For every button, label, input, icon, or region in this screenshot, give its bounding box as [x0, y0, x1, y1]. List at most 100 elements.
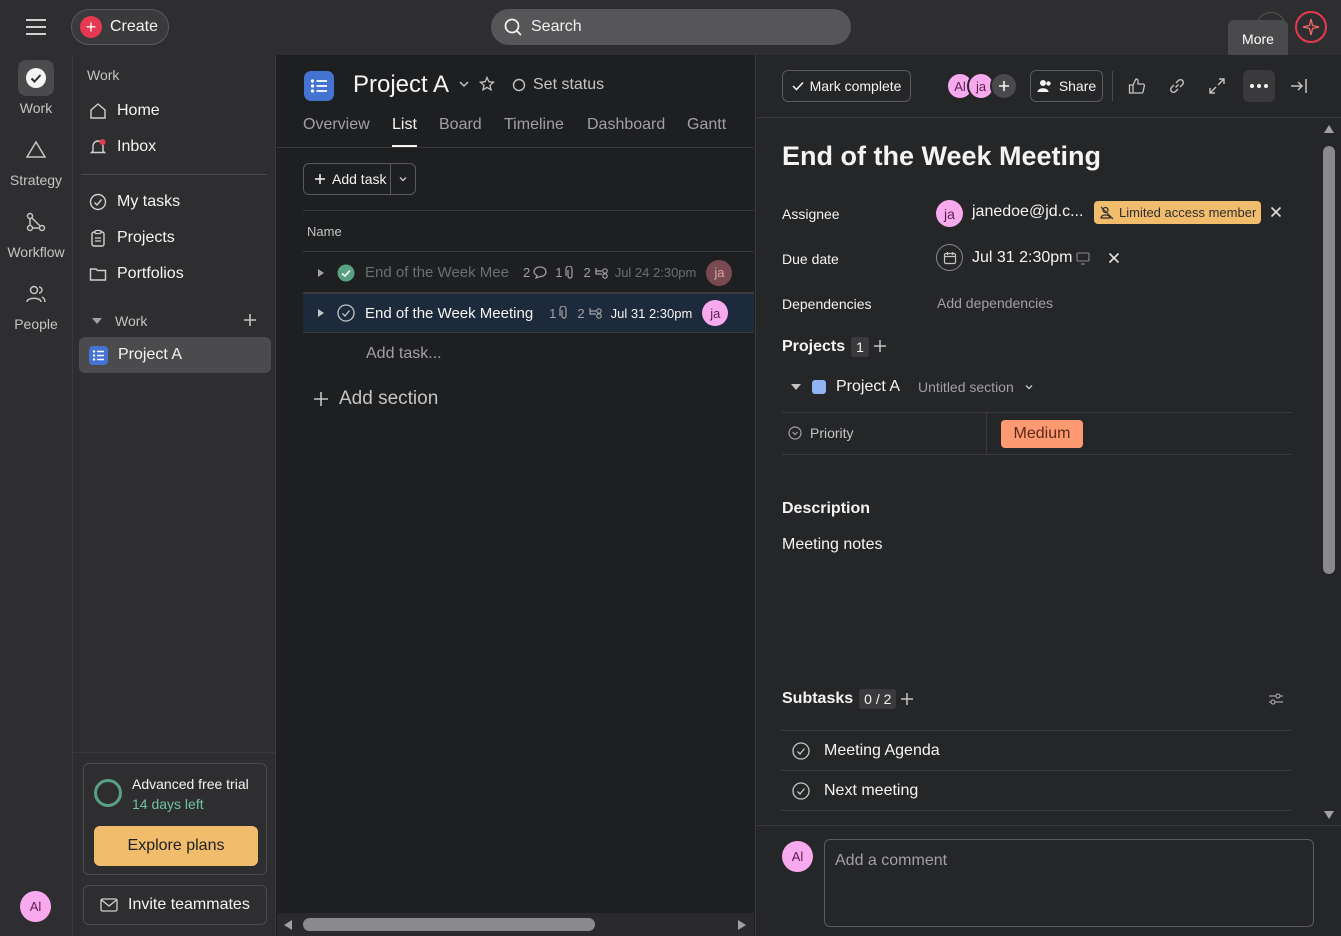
ai-sparkle-icon[interactable] — [1295, 11, 1327, 43]
list-item[interactable]: Meeting Agenda — [780, 730, 1292, 770]
assignee-avatar[interactable]: ja — [936, 200, 963, 227]
clear-due-date-close-icon[interactable] — [1108, 252, 1120, 264]
more-options-icon[interactable] — [1243, 70, 1275, 102]
description-text[interactable]: Meeting notes — [782, 536, 883, 554]
subtask-count: 2 — [583, 265, 609, 280]
sidebar-item-label: Projects — [117, 229, 175, 246]
column-header-name[interactable]: Name — [303, 210, 754, 252]
chevron-down-icon — [1024, 382, 1034, 392]
sidebar-divider — [73, 752, 276, 753]
tab-overview[interactable]: Overview — [303, 116, 370, 134]
rail-item-people[interactable]: People — [0, 276, 72, 332]
avatar[interactable]: Al — [20, 891, 51, 922]
link-icon[interactable] — [1163, 72, 1191, 100]
add-dependencies-button[interactable]: Add dependencies — [937, 295, 1053, 311]
list-item[interactable]: Next meeting — [780, 770, 1292, 810]
explore-plans-button[interactable]: Explore plans — [94, 826, 258, 866]
thumbs-up-icon[interactable] — [1123, 72, 1151, 100]
add-task-inline[interactable]: Add task... — [366, 345, 442, 363]
scrollbar-thumb[interactable] — [1323, 146, 1335, 574]
add-task-dropdown[interactable] — [391, 164, 415, 194]
scroll-right-icon[interactable] — [737, 919, 747, 931]
tab-list[interactable]: List — [392, 116, 417, 134]
sidebar-item-inbox[interactable]: Inbox — [79, 129, 271, 165]
page-title[interactable]: Project A — [353, 71, 449, 99]
tab-dashboard[interactable]: Dashboard — [587, 116, 665, 134]
expand-caret-icon[interactable] — [317, 268, 325, 278]
scrollbar-thumb[interactable] — [303, 918, 595, 931]
scroll-up-icon[interactable] — [1323, 124, 1335, 134]
scroll-left-icon[interactable] — [283, 919, 293, 931]
projects-header: Projects 1 — [782, 337, 869, 357]
check-circle-icon[interactable] — [337, 304, 355, 322]
subtask-name[interactable]: Next meeting — [824, 782, 918, 800]
close-pane-icon[interactable] — [1285, 72, 1313, 100]
tab-gantt[interactable]: Gantt — [687, 116, 726, 134]
attachment-count: 1 — [549, 306, 569, 321]
limited-badge-label: Limited access member — [1119, 205, 1257, 220]
add-task-button[interactable]: Add task — [304, 164, 392, 194]
invite-teammates-button[interactable]: Invite teammates — [83, 885, 267, 925]
sidebar-item-portfolios[interactable]: Portfolios — [79, 256, 271, 292]
scroll-down-icon[interactable] — [1323, 810, 1335, 820]
rail-item-strategy[interactable]: Strategy — [0, 132, 72, 188]
recurrence-icon[interactable] — [1076, 251, 1090, 265]
sidebar-item-home[interactable]: Home — [79, 93, 271, 129]
table-row[interactable]: End of the Week Mee 2 1 2 Jul 24 2:30pm … — [303, 253, 754, 293]
add-collaborator-plus-icon[interactable] — [990, 72, 1018, 100]
due-date[interactable]: Jul 24 2:30pm — [615, 265, 697, 280]
table-row[interactable]: End of the Week Meeting 1 2 Jul 31 2:30p… — [303, 293, 754, 333]
hamburger-menu-icon[interactable] — [22, 14, 50, 40]
add-subtask-plus-icon[interactable] — [900, 692, 914, 706]
sidebar-item-my-tasks[interactable]: My tasks — [79, 184, 271, 220]
rail-item-workflow[interactable]: Workflow — [0, 204, 72, 260]
calendar-icon[interactable] — [936, 244, 963, 271]
assignee-email[interactable]: janedoe@jd.c... — [972, 203, 1083, 221]
task-title[interactable]: End of the Week Meeting — [782, 141, 1101, 172]
horizontal-scrollbar[interactable] — [277, 913, 754, 936]
star-icon[interactable] — [479, 76, 495, 92]
create-button[interactable]: + Create — [71, 9, 169, 45]
project-name[interactable]: Project A — [836, 378, 900, 396]
subtask-count-value: 2 — [577, 305, 585, 321]
sidebar-item-projects[interactable]: Projects — [79, 220, 271, 256]
subtask-icon — [594, 267, 610, 279]
remove-assignee-close-icon[interactable] — [1270, 206, 1282, 218]
check-circle-icon[interactable] — [792, 741, 810, 760]
sidebar-item-project-a[interactable]: Project A — [79, 337, 271, 373]
due-date-value[interactable]: Jul 31 2:30pm — [972, 249, 1073, 267]
tab-board[interactable]: Board — [439, 116, 482, 134]
task-name[interactable]: End of the Week Mee — [365, 264, 515, 281]
add-task-button-group: Add task — [303, 163, 416, 195]
folder-icon — [89, 265, 107, 283]
search-input[interactable]: Search — [491, 9, 851, 45]
project-membership[interactable]: Project A Untitled section — [790, 378, 1034, 396]
vertical-scrollbar[interactable] — [1316, 118, 1341, 825]
subtask-sort-icon[interactable] — [1268, 692, 1284, 706]
check-circle-icon[interactable] — [792, 781, 810, 800]
task-name[interactable]: End of the Week Meeting — [365, 305, 533, 322]
due-date[interactable]: Jul 31 2:30pm — [611, 306, 693, 321]
expand-icon[interactable] — [1203, 72, 1231, 100]
detail-toolbar: Mark complete Al ja Share — [756, 55, 1341, 118]
rail-item-work[interactable]: Work — [0, 60, 72, 116]
priority-badge[interactable]: Medium — [1001, 420, 1083, 448]
mark-complete-button[interactable]: Mark complete — [782, 70, 911, 102]
completed-check-icon[interactable] — [337, 264, 355, 282]
team-section-toggle[interactable]: Work — [91, 313, 147, 329]
tab-timeline[interactable]: Timeline — [504, 116, 564, 134]
set-status-button[interactable]: Set status — [512, 76, 604, 94]
add-project-plus-icon[interactable] — [241, 311, 259, 329]
add-project-plus-icon[interactable] — [873, 339, 887, 353]
add-section-button[interactable]: Add section — [313, 388, 438, 410]
subtask-name[interactable]: Meeting Agenda — [824, 742, 940, 760]
comment-input[interactable]: Add a comment — [824, 839, 1314, 927]
chevron-down-icon[interactable] — [458, 78, 470, 90]
assignee-avatar[interactable]: ja — [706, 259, 733, 286]
expand-caret-icon[interactable] — [317, 308, 325, 318]
status-circle-icon — [512, 78, 526, 92]
section-dropdown[interactable]: Untitled section — [918, 379, 1014, 395]
description-label: Description — [782, 500, 871, 517]
assignee-avatar[interactable]: ja — [702, 300, 729, 326]
share-button[interactable]: Share — [1030, 70, 1103, 102]
